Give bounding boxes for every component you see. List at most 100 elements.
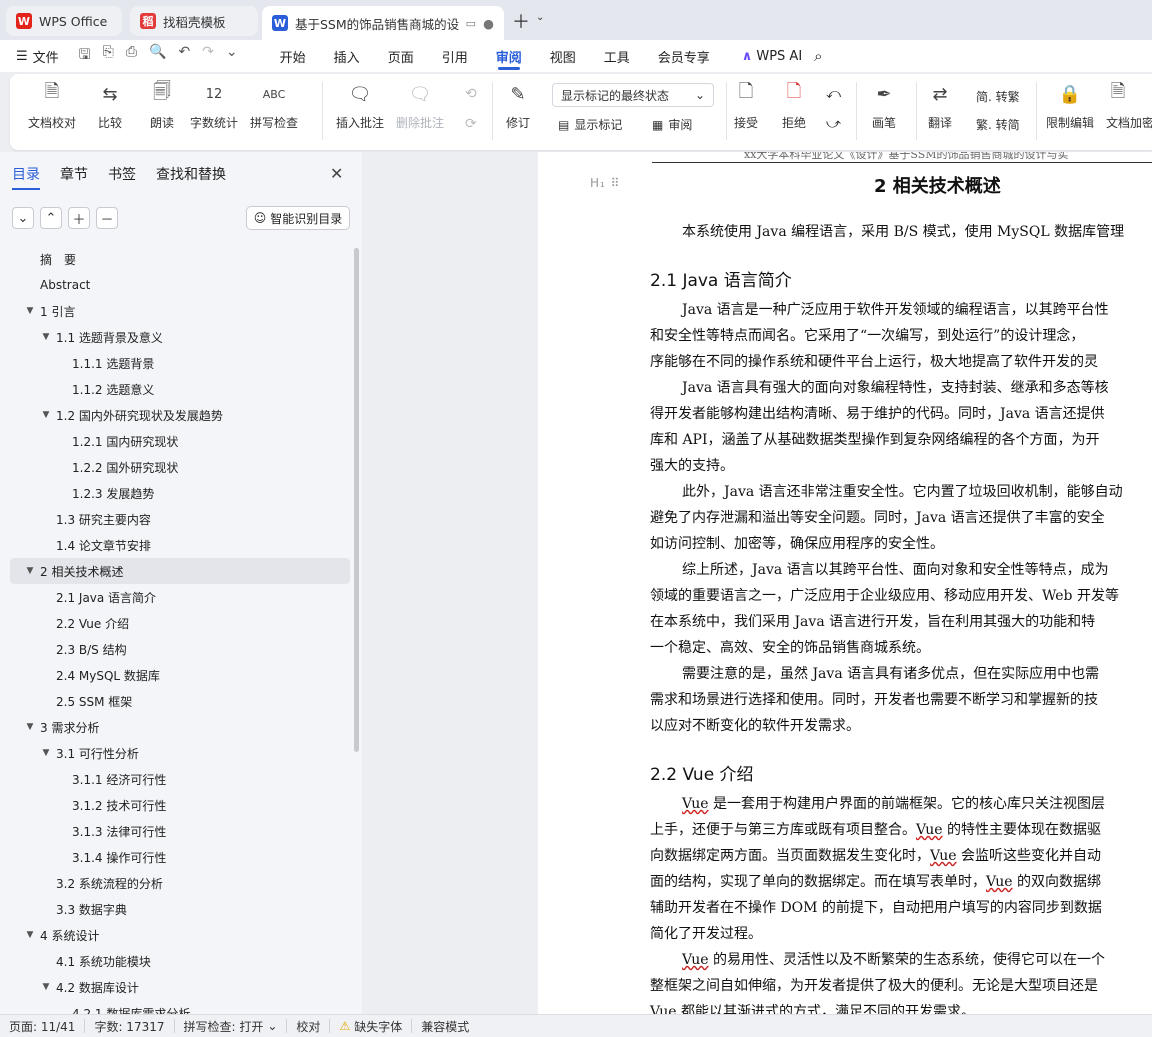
page-indicator[interactable]: 页面: 11/41 xyxy=(0,1019,86,1034)
toc-scrollbar[interactable] xyxy=(354,248,359,752)
panel-tab-bookmarks[interactable]: 书签 xyxy=(108,164,136,184)
close-icon[interactable]: ✕ xyxy=(330,164,343,183)
toc-item[interactable]: 1.1.2 选题意义 xyxy=(0,376,350,402)
menu-tab-home[interactable]: 开始 xyxy=(266,40,320,72)
expand-triangle-icon[interactable]: ▼ xyxy=(24,566,36,576)
toc-item[interactable]: ▼ 3 需求分析 xyxy=(0,714,350,740)
reject-button[interactable]: 🗋 拒绝 xyxy=(782,81,806,131)
markup-mode-select[interactable]: 显示标记的最终状态 ⌄ xyxy=(552,83,714,107)
to-simplified-button[interactable]: 繁. 转简 xyxy=(976,116,1020,133)
accept-button[interactable]: 🗋 接受 xyxy=(734,81,758,131)
remove-heading-button[interactable]: － xyxy=(96,207,118,229)
toc-item[interactable]: 3.1.3 法律可行性 xyxy=(0,818,350,844)
export-icon[interactable]: ⎘ xyxy=(103,44,114,68)
window-icon[interactable]: ▭ xyxy=(466,17,476,30)
show-markup-button[interactable]: ▤ 显示标记 xyxy=(558,116,622,133)
toc-item[interactable]: 1.2.3 发展趋势 xyxy=(0,480,350,506)
smart-toc-button[interactable]: ☺ 智能识别目录 xyxy=(246,206,350,230)
toc-item[interactable]: 1.1.1 选题背景 xyxy=(0,350,350,376)
menu-tab-review[interactable]: 审阅 xyxy=(482,40,536,72)
revise-button[interactable]: ✎ 修订 xyxy=(506,82,530,131)
toc-item[interactable]: 3.1.4 操作可行性 xyxy=(0,844,350,870)
panel-tab-find-replace[interactable]: 查找和替换 xyxy=(156,164,226,184)
file-menu[interactable]: ☰ 文件 xyxy=(16,47,59,66)
search-icon[interactable]: ⌕ xyxy=(814,47,822,65)
toc-item[interactable]: 4.1 系统功能模块 xyxy=(0,948,350,974)
redo-icon[interactable]: ↷ xyxy=(202,44,214,68)
collapse-up-button[interactable]: ⌃ xyxy=(40,207,62,229)
prev-change-icon[interactable]: ⤺ xyxy=(826,86,841,102)
word-count-button[interactable]: 12 字数统计 xyxy=(190,82,238,131)
panel-tab-chapters[interactable]: 章节 xyxy=(60,164,88,184)
toc-item[interactable]: 2.4 MySQL 数据库 xyxy=(0,662,350,688)
expand-triangle-icon[interactable]: ▼ xyxy=(24,306,36,316)
toc-item[interactable]: 3.1.1 经济可行性 xyxy=(0,766,350,792)
restrict-edit-button[interactable]: 🔒 限制编辑 xyxy=(1046,82,1094,131)
toc-item[interactable]: 2.2 Vue 介绍 xyxy=(0,610,350,636)
menu-tab-insert[interactable]: 插入 xyxy=(320,40,374,72)
translate-button[interactable]: ⇄ 翻译 xyxy=(928,82,952,131)
toc-item[interactable]: 2.1 Java 语言简介 xyxy=(0,584,350,610)
toc-item[interactable]: 摘 要 xyxy=(0,246,350,272)
toc-item[interactable]: 1.2.2 国外研究现状 xyxy=(0,454,350,480)
panel-tab-toc[interactable]: 目录 xyxy=(12,164,40,190)
toc-item[interactable]: ▼ 1.1 选题背景及意义 xyxy=(0,324,350,350)
word-count-indicator[interactable]: 字数: 17317 xyxy=(85,1019,175,1034)
toc-item[interactable]: Abstract xyxy=(0,272,350,298)
wps-ai-button[interactable]: ∧ WPS AI xyxy=(742,49,802,64)
toc-item[interactable]: ▼ 2 相关技术概述 xyxy=(10,558,350,584)
spell-check-button[interactable]: ABC 拼写检查 xyxy=(250,82,298,131)
heading-drag-icon[interactable]: H₁ ⠿ xyxy=(590,176,620,190)
toc-item[interactable]: ▼ 1 引言 xyxy=(0,298,350,324)
expand-down-button[interactable]: ⌄ xyxy=(12,207,34,229)
next-change-icon[interactable]: ⤻ xyxy=(826,116,841,132)
toc-item[interactable]: 1.2.1 国内研究现状 xyxy=(0,428,350,454)
review-pane-button[interactable]: ▦ 审阅 xyxy=(652,116,692,133)
toc-item[interactable]: 1.4 论文章节安排 xyxy=(0,532,350,558)
more-chevron-icon[interactable]: ⌄ xyxy=(226,44,238,68)
toc-item[interactable]: 3.3 数据字典 xyxy=(0,896,350,922)
add-heading-button[interactable]: ＋ xyxy=(68,207,90,229)
menu-tab-member[interactable]: 会员专享 xyxy=(644,40,724,72)
missing-font-indicator[interactable]: ⚠ 缺失字体 xyxy=(330,1019,413,1034)
expand-triangle-icon[interactable]: ▼ xyxy=(40,982,52,992)
toc-item[interactable]: ▼ 3.1 可行性分析 xyxy=(0,740,350,766)
tab-wps-office[interactable]: W WPS Office xyxy=(6,6,122,36)
expand-triangle-icon[interactable]: ▼ xyxy=(40,332,52,342)
document-page[interactable]: xx大学本科毕业论文《设计》基于SSM的饰品销售商城的设计与实 H₁ ⠿ 2 相… xyxy=(538,152,1152,1014)
menu-tab-view[interactable]: 视图 xyxy=(536,40,590,72)
compare-button[interactable]: ⇆ 比较 xyxy=(98,82,122,131)
spell-check-toggle[interactable]: 拼写检查: 打开 ⌄ xyxy=(175,1019,288,1034)
unsaved-dot-icon[interactable]: ● xyxy=(483,16,494,31)
read-aloud-button[interactable]: 🗐 朗读 xyxy=(150,81,174,131)
menu-tab-tools[interactable]: 工具 xyxy=(590,40,644,72)
doc-check-button[interactable]: 🗎 文档校对 xyxy=(28,81,76,131)
tab-current-document[interactable]: W 基于SSM的饰品销售商城的设 ▭ ● xyxy=(262,6,504,40)
expand-triangle-icon[interactable]: ▼ xyxy=(40,748,52,758)
toc-item[interactable]: 3.1.2 技术可行性 xyxy=(0,792,350,818)
prev-comment-icon[interactable]: ⟲ xyxy=(465,86,477,102)
expand-triangle-icon[interactable]: ▼ xyxy=(24,722,36,732)
print-icon[interactable]: ⎙ xyxy=(126,44,137,68)
toc-item[interactable]: ▼ 1.2 国内外研究现状及发展趋势 xyxy=(0,402,350,428)
menu-tab-page[interactable]: 页面 xyxy=(374,40,428,72)
delete-comment-button[interactable]: 🗨 删除批注 xyxy=(396,82,444,131)
tab-docer-templates[interactable]: 稻 找稻壳模板 xyxy=(130,6,258,36)
menu-tab-references[interactable]: 引用 xyxy=(428,40,482,72)
pen-button[interactable]: ✒ 画笔 xyxy=(872,82,896,131)
toc-item[interactable]: 2.5 SSM 框架 xyxy=(0,688,350,714)
proofread-button[interactable]: 校对 xyxy=(287,1019,331,1034)
save-icon[interactable]: 🖫 xyxy=(79,44,91,68)
toc-item[interactable]: ▼ 4 系统设计 xyxy=(0,922,350,948)
insert-comment-button[interactable]: 🗨 插入批注 xyxy=(336,82,384,131)
to-traditional-button[interactable]: 简. 转繁 xyxy=(976,88,1020,105)
toc-item[interactable]: 3.2 系统流程的分析 xyxy=(0,870,350,896)
undo-icon[interactable]: ↶ xyxy=(178,44,190,68)
expand-triangle-icon[interactable]: ▼ xyxy=(40,410,52,420)
toc-item[interactable]: ▼ 4.2 数据库设计 xyxy=(0,974,350,1000)
toc-item[interactable]: 2.3 B/S 结构 xyxy=(0,636,350,662)
toc-item[interactable]: 1.3 研究主要内容 xyxy=(0,506,350,532)
expand-triangle-icon[interactable]: ▼ xyxy=(24,930,36,940)
new-tab-button[interactable]: ＋ xyxy=(512,8,530,34)
print-preview-icon[interactable]: 🔍 xyxy=(149,44,166,68)
